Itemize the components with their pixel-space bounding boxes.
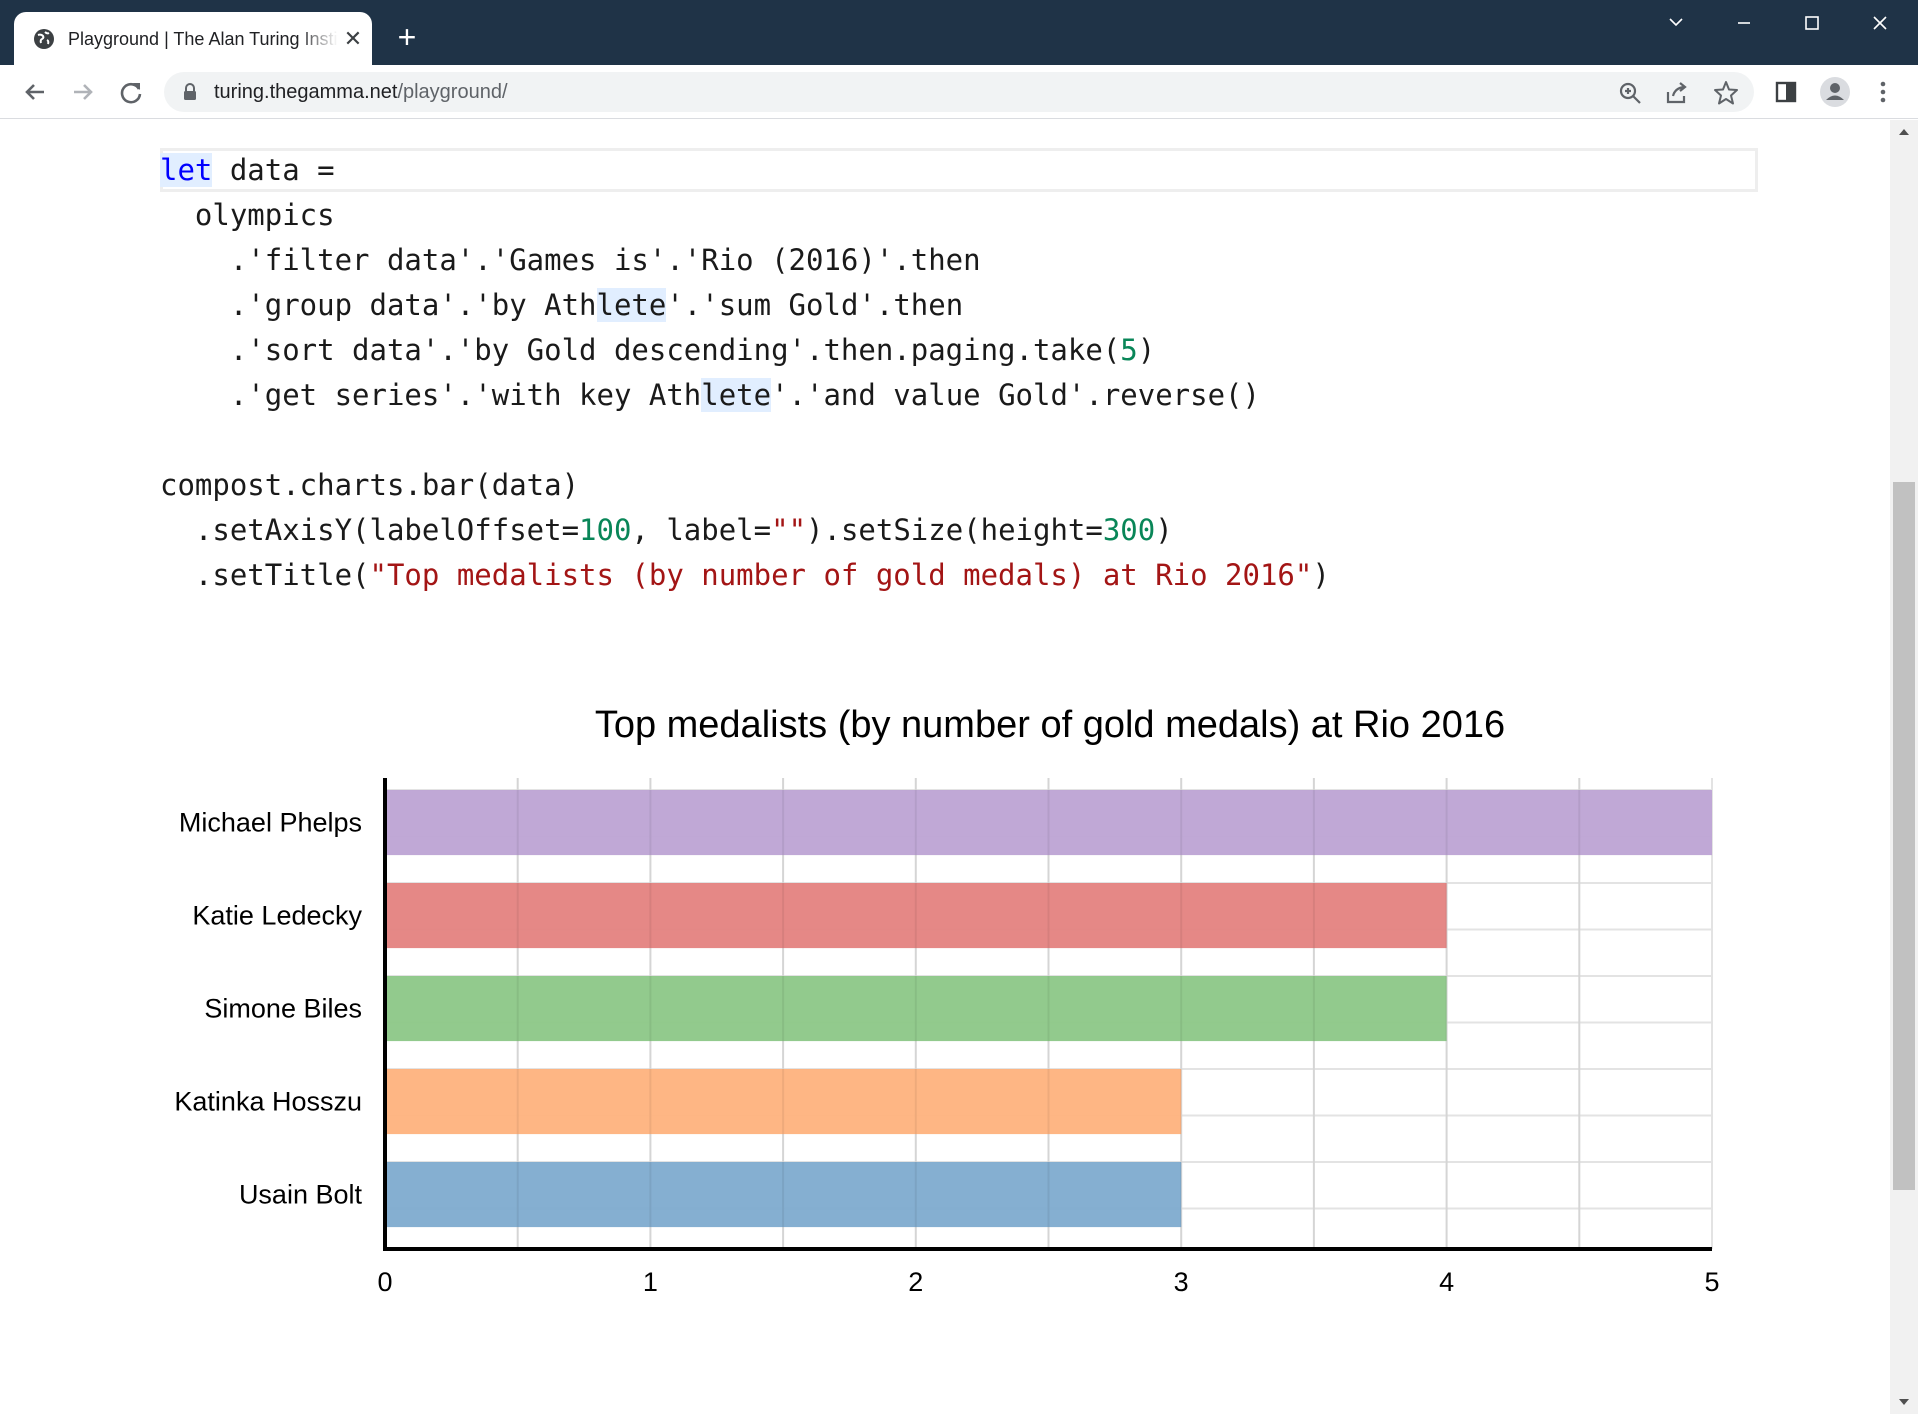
- x-tick-label: 0: [377, 1267, 392, 1297]
- y-tick-label: Katinka Hosszu: [174, 1087, 362, 1117]
- x-tick-label: 4: [1439, 1267, 1454, 1297]
- scrollbar-thumb[interactable]: [1893, 482, 1915, 1190]
- x-tick-label: 3: [1174, 1267, 1189, 1297]
- bar-chart: Michael Phelps Katie Ledecky Simone Biles K…: [174, 778, 1720, 1297]
- x-tick-label: 5: [1704, 1267, 1719, 1297]
- y-tick-label: Simone Biles: [204, 994, 362, 1024]
- y-tick-label: Katie Ledecky: [192, 901, 362, 931]
- x-tick-label: 1: [643, 1267, 658, 1297]
- scroll-up-arrow-icon[interactable]: [1896, 124, 1912, 140]
- y-tick-label: Usain Bolt: [239, 1180, 363, 1210]
- scroll-down-arrow-icon[interactable]: [1896, 1394, 1912, 1410]
- x-tick-label: 2: [908, 1267, 923, 1297]
- y-tick-label: Michael Phelps: [179, 808, 362, 838]
